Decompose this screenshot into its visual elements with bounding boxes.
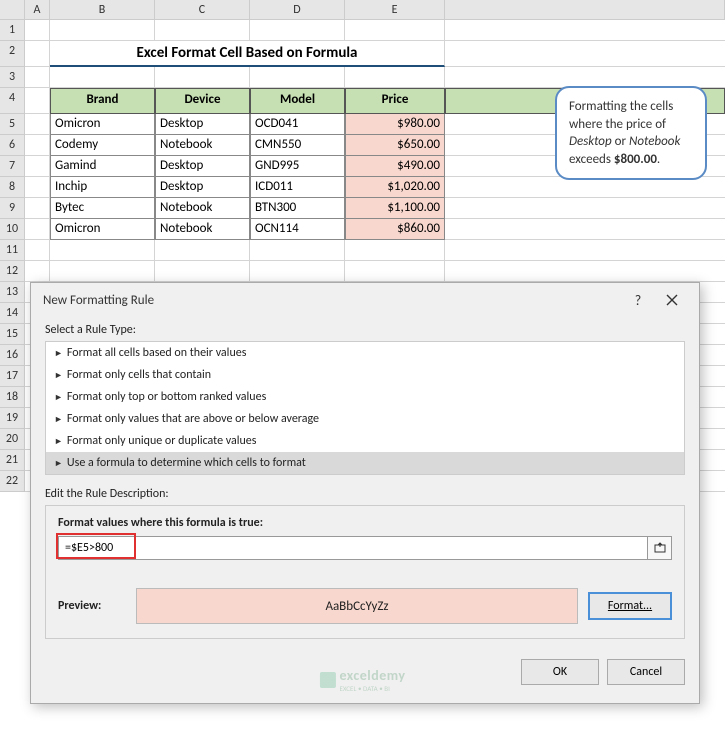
data-cell[interactable]: CMN550 (250, 135, 345, 156)
rule-type-label: Format only unique or duplicate values (67, 434, 257, 448)
rule-type-list[interactable]: ►Format all cells based on their values►… (45, 341, 685, 475)
col-header-E[interactable]: E (345, 0, 445, 19)
rule-type-label: Format only values that are above or bel… (67, 412, 319, 426)
watermark-logo-icon (319, 672, 335, 688)
edit-description-label: Edit the Rule Description: (45, 487, 685, 501)
data-cell[interactable]: OCD041 (250, 114, 345, 135)
watermark: exceldemy EXCEL • DATA • BI (319, 667, 405, 693)
range-selector-button[interactable] (648, 536, 672, 560)
rule-type-item[interactable]: ► Format all cells based on their values (46, 342, 684, 364)
data-cell[interactable]: OCN114 (250, 219, 345, 240)
column-headers: A B C D E (0, 0, 725, 20)
rule-type-label: Format only cells that contain (67, 368, 211, 382)
collapse-icon (654, 542, 666, 554)
dialog-titlebar[interactable]: New Formatting Rule ? (31, 283, 699, 317)
rule-type-item[interactable]: ► Use a formula to determine which cells … (46, 452, 684, 474)
table-header-cell[interactable]: Model (250, 88, 345, 114)
row-header[interactable]: 4 (0, 88, 25, 114)
select-all-corner[interactable] (0, 0, 25, 19)
bullet-icon: ► (54, 458, 63, 469)
row-header[interactable]: 17 (0, 366, 25, 387)
page-title[interactable]: Excel Format Cell Based on Formula (50, 41, 445, 67)
preview-label: Preview: (58, 599, 126, 613)
table-header-cell[interactable]: Price (345, 88, 445, 114)
new-formatting-rule-dialog: New Formatting Rule ? Select a Rule Type… (30, 282, 700, 704)
row-header[interactable]: 22 (0, 471, 25, 492)
row-header[interactable]: 7 (0, 156, 25, 177)
row-header[interactable]: 15 (0, 324, 25, 345)
row-header[interactable]: 13 (0, 282, 25, 303)
select-rule-type-label: Select a Rule Type: (45, 323, 685, 337)
data-cell[interactable]: Omicron (50, 114, 155, 135)
bullet-icon: ► (54, 348, 63, 359)
data-cell[interactable]: Omicron (50, 219, 155, 240)
table-header-cell[interactable]: Brand (50, 88, 155, 114)
data-cell[interactable]: Desktop (155, 114, 250, 135)
data-cell[interactable]: ICD011 (250, 177, 345, 198)
col-header-D[interactable]: D (250, 0, 345, 19)
dialog-title: New Formatting Rule (43, 293, 621, 308)
ok-button[interactable]: OK (521, 659, 599, 685)
data-cell[interactable]: $650.00 (345, 135, 445, 156)
row-header[interactable]: 5 (0, 114, 25, 135)
col-header-rest (445, 0, 725, 19)
col-header-C[interactable]: C (155, 0, 250, 19)
row-header[interactable]: 9 (0, 198, 25, 219)
data-cell[interactable]: $1,100.00 (345, 198, 445, 219)
data-cell[interactable]: Desktop (155, 177, 250, 198)
rule-description-box: Format values where this formula is true… (45, 505, 685, 639)
rule-type-label: Format only top or bottom ranked values (67, 390, 266, 404)
data-cell[interactable]: Codemy (50, 135, 155, 156)
data-cell[interactable]: $490.00 (345, 156, 445, 177)
bullet-icon: ► (54, 370, 63, 381)
row-header[interactable]: 20 (0, 429, 25, 450)
data-cell[interactable]: $980.00 (345, 114, 445, 135)
data-cell[interactable]: Gamind (50, 156, 155, 177)
annotation-callout: Formatting the cells where the price of … (555, 86, 707, 180)
data-cell[interactable]: $860.00 (345, 219, 445, 240)
rule-type-label: Format all cells based on their values (67, 346, 246, 360)
data-cell[interactable]: Notebook (155, 135, 250, 156)
rule-type-item[interactable]: ► Format only cells that contain (46, 364, 684, 386)
rule-type-label: Use a formula to determine which cells t… (67, 456, 306, 470)
data-cell[interactable]: $1,020.00 (345, 177, 445, 198)
data-cell[interactable]: BTN300 (250, 198, 345, 219)
formula-input[interactable] (58, 536, 648, 560)
data-cell[interactable]: Inchip (50, 177, 155, 198)
row-header[interactable]: 12 (0, 261, 25, 282)
close-button[interactable] (655, 285, 689, 315)
row-header[interactable]: 1 (0, 20, 25, 41)
formula-label: Format values where this formula is true… (58, 516, 672, 530)
col-header-B[interactable]: B (50, 0, 155, 19)
bullet-icon: ► (54, 392, 63, 403)
close-icon (666, 294, 678, 306)
row-header[interactable]: 10 (0, 219, 25, 240)
row-header[interactable]: 6 (0, 135, 25, 156)
data-cell[interactable]: Notebook (155, 219, 250, 240)
rule-type-item[interactable]: ► Format only unique or duplicate values (46, 430, 684, 452)
format-button[interactable]: Format... (588, 592, 672, 620)
row-header[interactable]: 11 (0, 240, 25, 261)
row-header[interactable]: 21 (0, 450, 25, 471)
row-header[interactable]: 16 (0, 345, 25, 366)
data-cell[interactable]: GND995 (250, 156, 345, 177)
col-header-A[interactable]: A (25, 0, 50, 19)
row-header[interactable]: 18 (0, 387, 25, 408)
help-button[interactable]: ? (621, 285, 655, 315)
row-header[interactable]: 3 (0, 67, 25, 88)
data-cell[interactable]: Notebook (155, 198, 250, 219)
bullet-icon: ► (54, 436, 63, 447)
cancel-button[interactable]: Cancel (607, 659, 685, 685)
data-cell[interactable]: Desktop (155, 156, 250, 177)
rule-type-item[interactable]: ► Format only top or bottom ranked values (46, 386, 684, 408)
row-header[interactable]: 8 (0, 177, 25, 198)
preview-sample: AaBbCcYyZz (136, 588, 578, 624)
table-header-cell[interactable]: Device (155, 88, 250, 114)
data-cell[interactable]: Bytec (50, 198, 155, 219)
rule-type-item[interactable]: ► Format only values that are above or be… (46, 408, 684, 430)
row-header[interactable]: 14 (0, 303, 25, 324)
bullet-icon: ► (54, 414, 63, 425)
row-header[interactable]: 19 (0, 408, 25, 429)
row-header[interactable]: 2 (0, 41, 25, 67)
